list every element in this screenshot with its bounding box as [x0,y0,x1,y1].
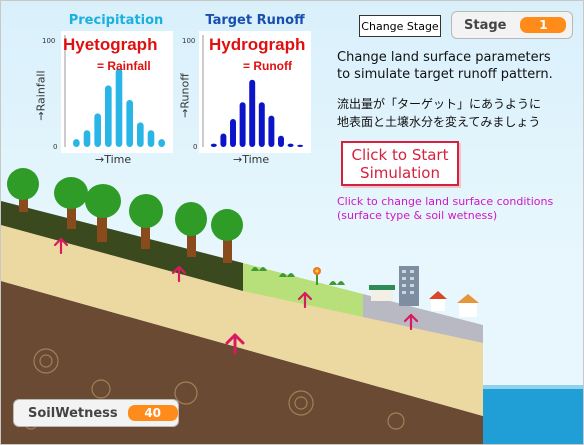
soil-wetness-monitor: SoilWetness 40 [13,399,179,427]
soil-wetness-label: SoilWetness [28,405,118,421]
water-body [483,387,583,444]
simulation-stage: Precipitation Hyetograph = Rainfall 100 … [0,0,584,445]
landscape-scene [1,168,583,444]
tree [211,209,243,263]
soil-wetness-value: 40 [127,405,178,421]
house-building [459,303,477,317]
house-building [431,299,445,311]
water-shore [479,385,583,389]
shop-building [371,289,393,301]
